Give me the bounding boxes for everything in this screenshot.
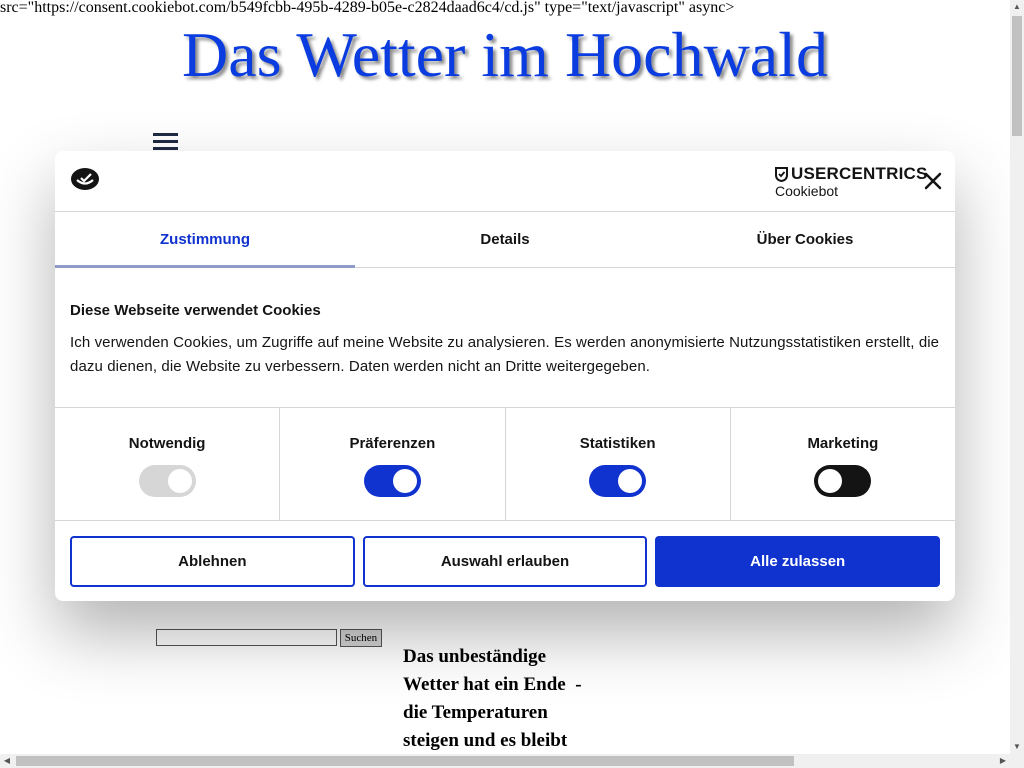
article-teaser: Das unbeständige Wetter hat ein Ende - d… [403,646,587,751]
cookiebot-logo-icon [71,168,99,190]
horizontal-scrollbar[interactable]: ◀ ▶ [0,754,1010,768]
search-input[interactable] [156,629,337,646]
preferences-toggle[interactable] [363,465,421,497]
category-marketing: Marketing [731,408,955,520]
category-label: Präferenzen [349,435,436,452]
tab-details[interactable]: Details [355,212,655,267]
scroll-right-icon[interactable]: ▶ [996,754,1010,768]
tab-ueber-cookies[interactable]: Über Cookies [655,212,955,267]
category-statistics: Statistiken [506,408,731,520]
scroll-up-icon[interactable]: ▲ [1010,0,1024,14]
category-preferences: Präferenzen [280,408,506,520]
consent-categories: Notwendig Präferenzen Statistiken Market… [55,407,955,521]
horizontal-scroll-thumb[interactable] [16,756,794,766]
cookie-consent-dialog: USERCENTRICS Cookiebot Zustimmung Detail… [55,151,955,601]
category-label: Notwendig [128,435,206,452]
necessary-toggle [138,465,196,497]
category-label: Marketing [807,435,879,452]
hamburger-menu-icon[interactable] [153,133,178,151]
scroll-left-icon[interactable]: ◀ [0,754,14,768]
allow-selection-button[interactable]: Auswahl erlauben [362,536,648,587]
vertical-scroll-thumb[interactable] [1012,16,1022,136]
allow-all-button[interactable]: Alle zulassen [655,536,941,587]
brand-cookiebot-text: Cookiebot [775,183,839,199]
dialog-body: Diese Webseite verwendet Cookies Ich ver… [55,268,955,407]
reject-button[interactable]: Ablehnen [70,536,355,587]
usercentrics-shield-icon [775,166,788,182]
statistics-toggle[interactable] [589,465,647,497]
dialog-tabs: Zustimmung Details Über Cookies [55,212,955,268]
dialog-header: USERCENTRICS Cookiebot [55,151,955,212]
brand-usercentrics-text: USERCENTRICS [791,164,928,183]
search-button[interactable]: Suchen [340,629,382,647]
site-title: Das Wetter im Hochwald [182,19,828,90]
category-necessary: Notwendig [55,408,281,520]
category-label: Statistiken [579,435,656,452]
usercentrics-brand: USERCENTRICS Cookiebot [775,164,928,199]
dialog-buttons: Ablehnen Auswahl erlauben Alle zulassen [55,521,955,587]
raw-script-text: src="https://consent.cookiebot.com/b549f… [0,0,735,16]
scroll-down-icon[interactable]: ▼ [1010,740,1024,754]
dialog-description: Ich verwenden Cookies, um Zugriffe auf m… [70,334,940,375]
vertical-scrollbar[interactable]: ▲ ▼ [1010,0,1024,754]
marketing-toggle[interactable] [814,465,872,497]
close-icon[interactable] [921,169,945,193]
dialog-heading: Diese Webseite verwendet Cookies [70,302,321,319]
scrollbar-corner [1010,754,1024,768]
tab-zustimmung[interactable]: Zustimmung [55,212,355,268]
